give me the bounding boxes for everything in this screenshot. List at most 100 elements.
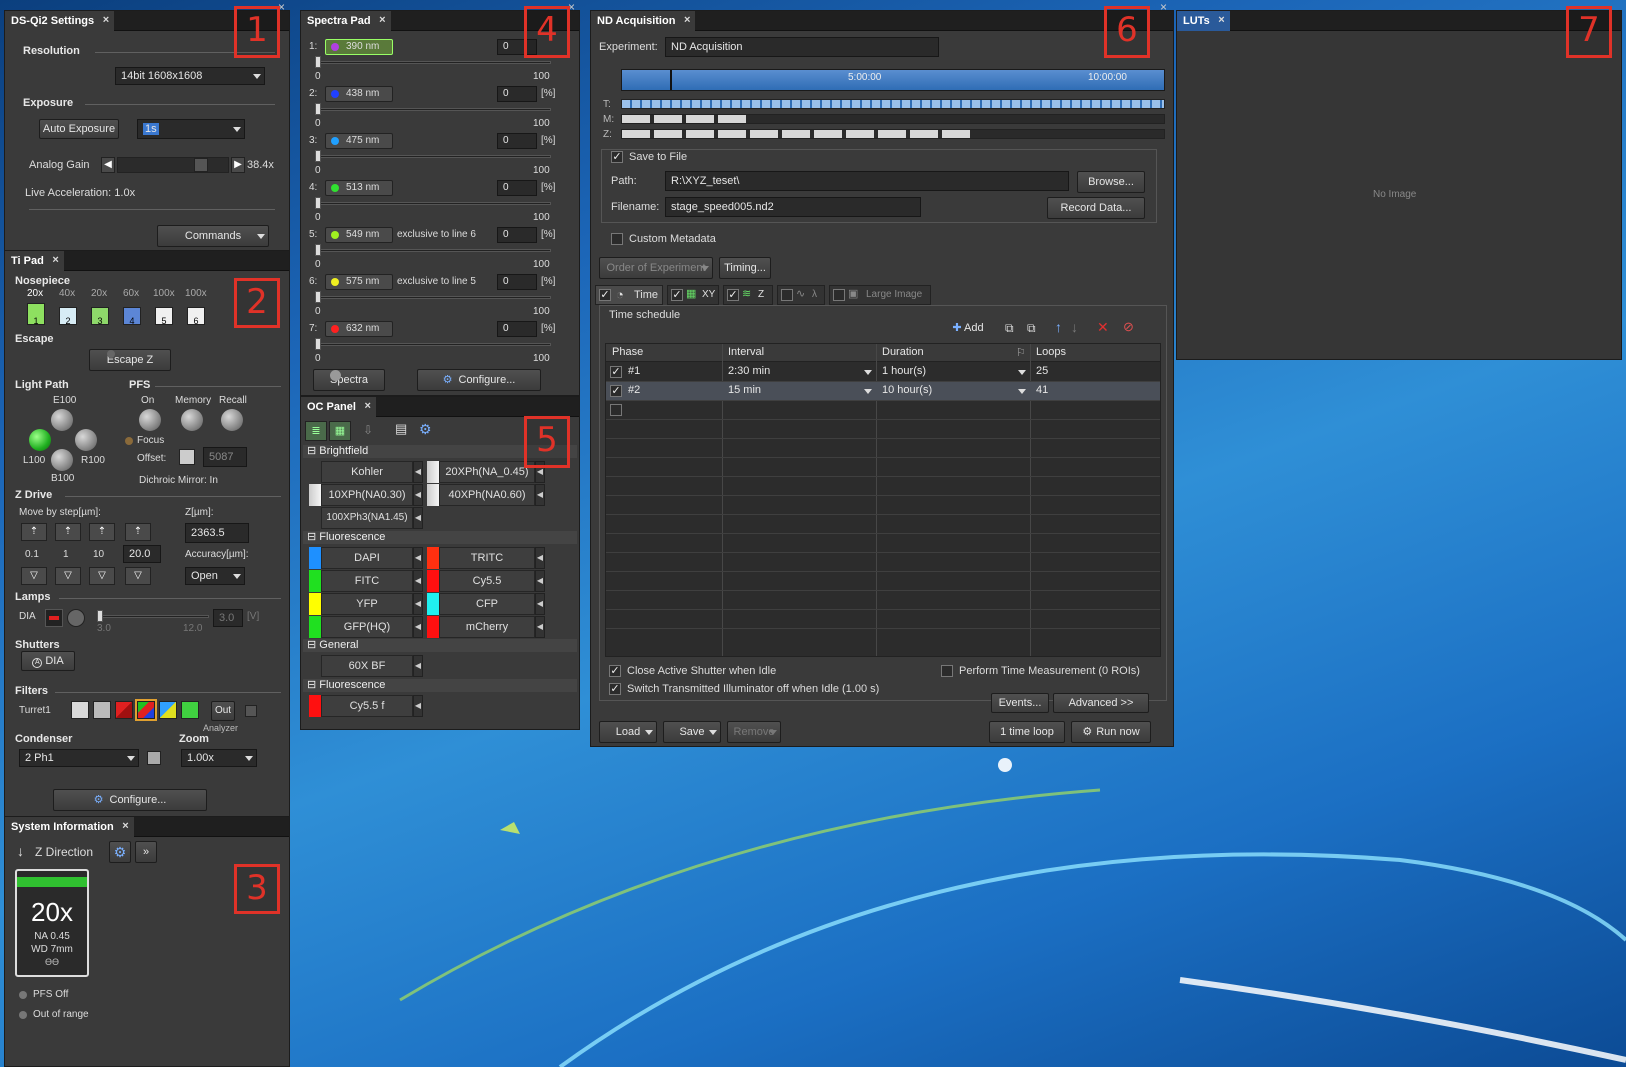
tab-xy[interactable]: ✓ ▦ XY xyxy=(667,285,719,305)
perform-time-checkbox[interactable] xyxy=(941,665,953,677)
fluorescence-2-group-header[interactable]: ⊟ Fluorescence xyxy=(303,679,577,692)
slider-thumb[interactable] xyxy=(315,197,321,209)
z-down-custom-button[interactable]: ▽ xyxy=(125,567,151,585)
record-data-button[interactable]: Record Data... xyxy=(1047,197,1145,219)
wavelength-button[interactable]: 390 nm xyxy=(325,39,393,55)
path-field[interactable]: R:\XYZ_teset\ xyxy=(665,171,1069,191)
close-icon[interactable]: × xyxy=(122,820,128,832)
oc-config-arrow[interactable]: ◀ xyxy=(413,547,423,569)
oc-config-button[interactable]: FITC xyxy=(321,570,413,592)
oc-config-button[interactable]: Cy5.5 xyxy=(439,570,535,592)
oc-40xph-arrow[interactable]: ◀ xyxy=(535,484,545,506)
time-loop-button[interactable]: 1 time loop xyxy=(989,721,1065,743)
zoom-select[interactable]: 1.00x xyxy=(181,749,257,767)
table-row[interactable] xyxy=(606,610,1160,629)
objective-slot-2[interactable]: 2 xyxy=(59,307,77,326)
condenser-select[interactable]: 2 Ph1 xyxy=(19,749,139,767)
pfs-memory-button[interactable] xyxy=(181,409,203,431)
table-row[interactable] xyxy=(606,401,1160,420)
loops-cell[interactable]: 41 xyxy=(1036,384,1048,396)
objective-slot-4[interactable]: 4 xyxy=(123,307,141,326)
window-close-icon[interactable]: × xyxy=(1160,0,1167,14)
lamp-voltage-slider[interactable] xyxy=(97,610,209,622)
slider-thumb[interactable] xyxy=(194,158,208,172)
close-icon[interactable]: × xyxy=(364,400,370,412)
filter-2-icon[interactable] xyxy=(93,701,111,719)
commands-button[interactable]: Commands xyxy=(157,225,269,247)
intensity-input[interactable]: 0 xyxy=(497,321,537,337)
table-row[interactable] xyxy=(606,515,1160,534)
pin-icon[interactable]: ⇩ xyxy=(363,423,379,439)
oc-config-arrow[interactable]: ◀ xyxy=(535,547,545,569)
copy-icon[interactable]: ⧉ xyxy=(1005,321,1014,336)
intensity-slider[interactable] xyxy=(315,108,551,111)
load-button[interactable]: Load xyxy=(599,721,657,743)
table-row[interactable]: ✓ #2 15 min 10 hour(s) 41 xyxy=(606,382,1160,401)
table-row[interactable] xyxy=(606,420,1160,439)
oc-config-arrow[interactable]: ◀ xyxy=(413,593,423,615)
lp-e100-button[interactable] xyxy=(51,409,73,431)
settings-gear-button[interactable]: ⚙ xyxy=(109,841,131,863)
analyzer-toggle-icon[interactable] xyxy=(245,705,257,717)
tab-oc-panel[interactable]: OC Panel × xyxy=(301,397,376,417)
objective-slot-5[interactable]: 5 xyxy=(155,307,173,326)
z-up-1-button[interactable]: ⇡ xyxy=(55,523,81,541)
chevron-down-icon[interactable] xyxy=(1018,370,1026,375)
close-icon[interactable]: × xyxy=(1218,14,1224,26)
oc-60xbf-button[interactable]: 60X BF xyxy=(321,655,413,677)
switch-illuminator-checkbox[interactable]: ✓ xyxy=(609,683,621,695)
gain-left-arrow[interactable]: ◀ xyxy=(101,157,115,173)
double-chevron-right-button[interactable]: » xyxy=(135,841,157,863)
tab-z[interactable]: ✓ ≋ Z xyxy=(723,285,773,305)
gain-right-arrow[interactable]: ▶ xyxy=(231,157,245,173)
experiment-name-field[interactable]: ND Acquisition xyxy=(665,37,939,57)
intensity-slider[interactable] xyxy=(315,343,551,346)
close-icon[interactable]: × xyxy=(52,254,58,266)
slider-thumb[interactable] xyxy=(315,103,321,115)
chevron-down-icon[interactable] xyxy=(864,389,872,394)
close-icon[interactable]: × xyxy=(379,14,385,26)
spectra-toggle-button[interactable]: Spectra xyxy=(313,369,385,391)
intensity-input[interactable]: 0 xyxy=(497,133,537,149)
loops-cell[interactable]: 25 xyxy=(1036,365,1048,377)
offset-lock-icon[interactable] xyxy=(179,449,195,465)
intensity-slider[interactable] xyxy=(315,202,551,205)
z-up-custom-button[interactable]: ⇡ xyxy=(125,523,151,541)
oc-config-button[interactable]: mCherry xyxy=(439,616,535,638)
lp-r100-button[interactable] xyxy=(75,429,97,451)
timeline-bar[interactable]: 5:00:00 10:00:00 xyxy=(621,69,1165,91)
objective-slot-3[interactable]: 3 xyxy=(91,307,109,326)
oc-config-arrow[interactable]: ◀ xyxy=(535,616,545,638)
large-image-checkbox[interactable] xyxy=(833,289,845,301)
tab-system-information[interactable]: System Information × xyxy=(5,817,134,837)
move-up-icon[interactable]: ↑ xyxy=(1055,319,1062,335)
oc-cy55f-arrow[interactable]: ◀ xyxy=(413,695,423,717)
oc-100xph3-arrow[interactable]: ◀ xyxy=(413,507,423,529)
dia-lamp-toggle[interactable] xyxy=(45,609,63,627)
condenser-settings-icon[interactable] xyxy=(147,751,161,765)
lamp-voltage-input[interactable]: 3.0 xyxy=(213,609,243,627)
escape-z-button[interactable]: Escape Z xyxy=(89,349,171,371)
chevron-down-icon[interactable] xyxy=(864,370,872,375)
wavelength-button[interactable]: 438 nm xyxy=(325,86,393,102)
oc-config-button[interactable]: YFP xyxy=(321,593,413,615)
intensity-slider[interactable] xyxy=(315,61,551,64)
timing-button[interactable]: Timing... xyxy=(719,257,771,279)
duration-cell[interactable]: 10 hour(s) xyxy=(882,384,932,396)
z-checkbox[interactable]: ✓ xyxy=(727,289,739,301)
tab-spectra-pad[interactable]: Spectra Pad × xyxy=(301,11,391,31)
oc-60xbf-arrow[interactable]: ◀ xyxy=(413,655,423,677)
tab-time[interactable]: ✓ ◔ Time xyxy=(595,285,663,305)
slider-thumb[interactable] xyxy=(315,244,321,256)
save-to-file-checkbox[interactable]: ✓ xyxy=(611,151,623,163)
oc-config-arrow[interactable]: ◀ xyxy=(413,616,423,638)
objective-slot-6[interactable]: 6 xyxy=(187,307,205,326)
close-shutter-checkbox[interactable]: ✓ xyxy=(609,665,621,677)
accuracy-select[interactable]: Open xyxy=(185,567,245,585)
phase-checkbox[interactable]: ✓ xyxy=(610,385,622,397)
oc-config-arrow[interactable]: ◀ xyxy=(413,570,423,592)
oc-10xph-arrow[interactable]: ◀ xyxy=(413,484,423,506)
events-button[interactable]: Events... xyxy=(991,693,1049,713)
intensity-input[interactable]: 0 xyxy=(497,227,537,243)
pfs-recall-button[interactable] xyxy=(221,409,243,431)
